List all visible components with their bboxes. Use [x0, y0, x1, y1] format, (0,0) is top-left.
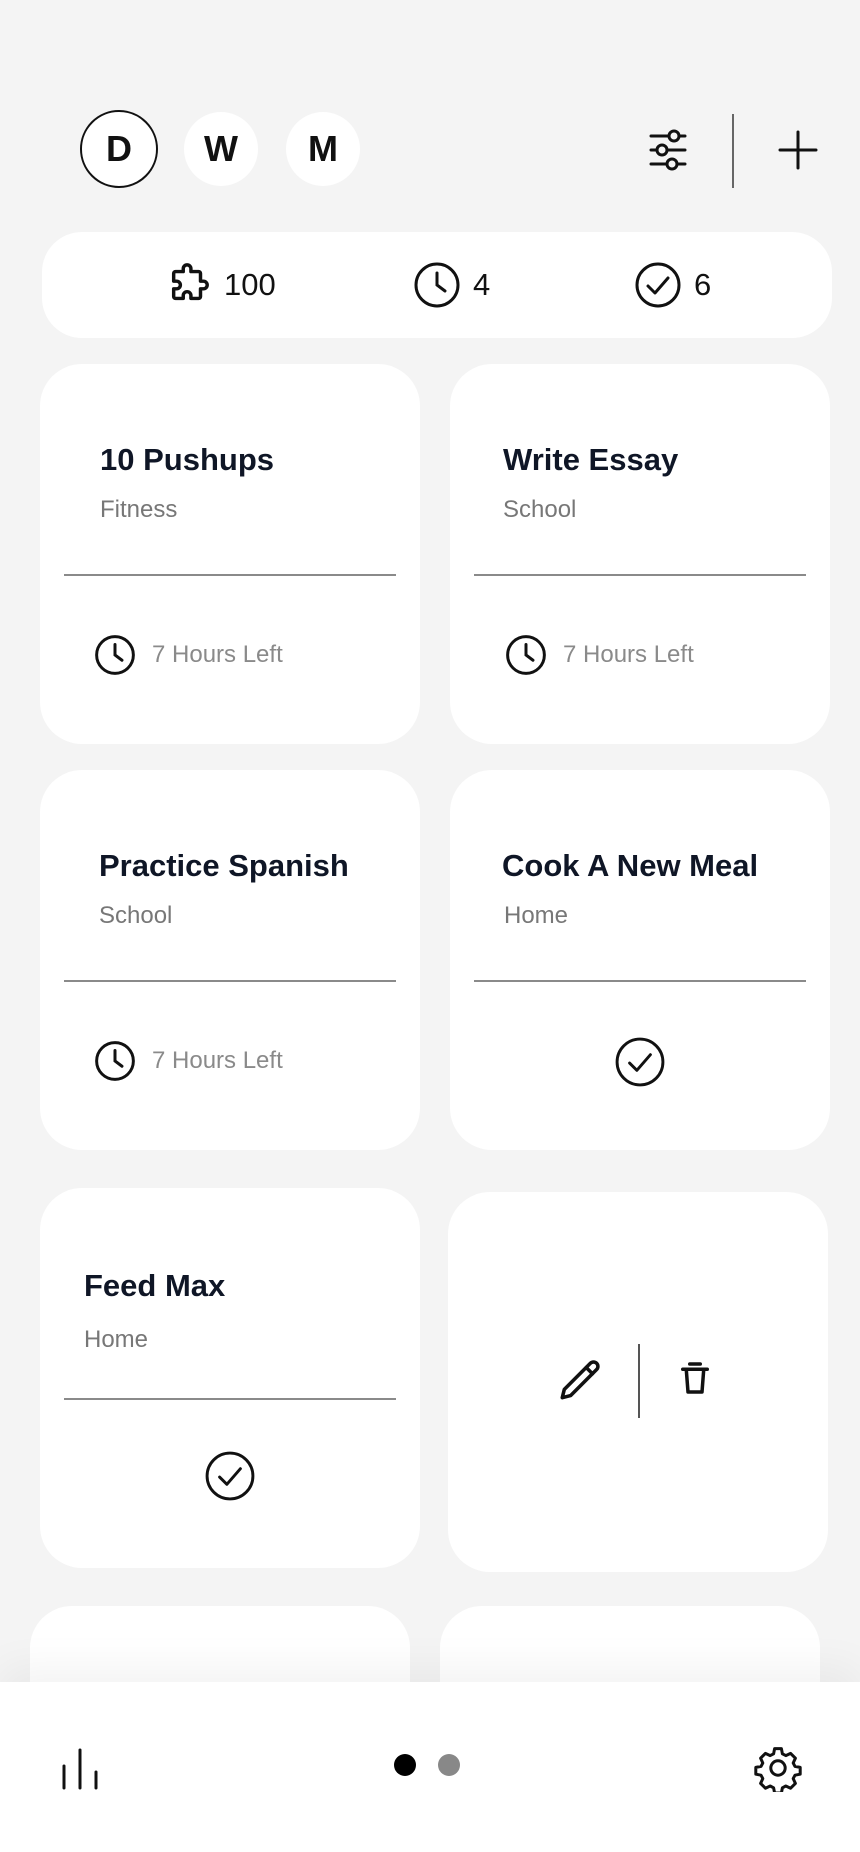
task-title: Feed Max	[84, 1268, 226, 1303]
completed-stat: 6	[634, 232, 711, 338]
card-divider	[64, 1398, 396, 1400]
add-task-button[interactable]	[770, 118, 826, 182]
task-time-left: 7 Hours Left	[505, 634, 694, 676]
task-card[interactable]: Practice Spanish School 7 Hours Left	[40, 770, 420, 1150]
stats-bar: 100 4 6	[42, 232, 832, 338]
complete-task-button[interactable]	[205, 1451, 255, 1501]
clock-icon	[95, 1041, 135, 1081]
header-divider	[732, 114, 734, 188]
time-left-label: 7 Hours Left	[152, 1047, 283, 1074]
settings-button[interactable]	[754, 1744, 802, 1792]
bar-chart-icon	[62, 1748, 98, 1790]
card-divider	[64, 980, 396, 982]
period-week-label: W	[204, 128, 238, 169]
actions-divider	[638, 1344, 640, 1418]
points-stat: 100	[166, 232, 276, 338]
puzzle-icon	[171, 263, 209, 301]
task-category: School	[503, 496, 577, 523]
period-day-label: D	[106, 128, 132, 169]
task-time-left: 7 Hours Left	[94, 1040, 283, 1082]
clock-icon	[95, 635, 135, 675]
period-day-button[interactable]: D	[80, 110, 158, 188]
task-category: Fitness	[100, 496, 178, 523]
pencil-icon	[560, 1360, 600, 1400]
task-title: Write Essay	[503, 442, 679, 477]
plus-icon	[778, 130, 818, 170]
time-left-label: 7 Hours Left	[563, 641, 694, 668]
task-title: Cook A New Meal	[502, 848, 759, 883]
stats-nav-button[interactable]	[60, 1746, 100, 1790]
task-card[interactable]: Cook A New Meal Home	[450, 770, 830, 1150]
edit-button[interactable]	[556, 1356, 606, 1406]
clock-icon	[414, 262, 460, 308]
card-divider	[64, 574, 396, 576]
period-week-button[interactable]: W	[184, 112, 258, 186]
task-category: School	[99, 902, 173, 929]
clock-icon	[506, 635, 546, 675]
task-title: 10 Pushups	[100, 442, 274, 477]
completed-value: 6	[694, 267, 712, 302]
points-value: 100	[224, 267, 276, 302]
task-time-left: 7 Hours Left	[94, 634, 283, 676]
period-month-button[interactable]: M	[286, 112, 360, 186]
sliders-icon	[649, 129, 687, 171]
card-divider	[474, 574, 806, 576]
pending-stat: 4	[413, 232, 490, 338]
delete-button[interactable]	[674, 1356, 716, 1400]
complete-task-button[interactable]	[615, 1037, 665, 1087]
pending-value: 4	[473, 267, 491, 302]
task-card[interactable]: Write Essay School 7 Hours Left	[450, 364, 830, 744]
task-category: Home	[504, 902, 569, 929]
task-card[interactable]: Feed Max Home	[40, 1188, 420, 1568]
task-title: Practice Spanish	[99, 848, 349, 883]
check-circle-icon	[615, 1037, 665, 1087]
gear-icon	[754, 1747, 802, 1792]
page-indicator-dot[interactable]	[438, 1754, 460, 1776]
bottom-nav	[0, 1682, 860, 1852]
check-circle-icon	[205, 1451, 255, 1501]
task-actions-card	[448, 1192, 828, 1572]
card-divider	[474, 980, 806, 982]
task-card[interactable]: 10 Pushups Fitness 7 Hours Left	[40, 364, 420, 744]
filter-button[interactable]	[640, 118, 696, 182]
trash-icon	[681, 1362, 709, 1394]
task-category: Home	[84, 1326, 149, 1353]
period-month-label: M	[308, 128, 338, 169]
check-circle-icon	[635, 262, 681, 308]
time-left-label: 7 Hours Left	[152, 641, 283, 668]
page-indicator-dot-active[interactable]	[394, 1754, 416, 1776]
